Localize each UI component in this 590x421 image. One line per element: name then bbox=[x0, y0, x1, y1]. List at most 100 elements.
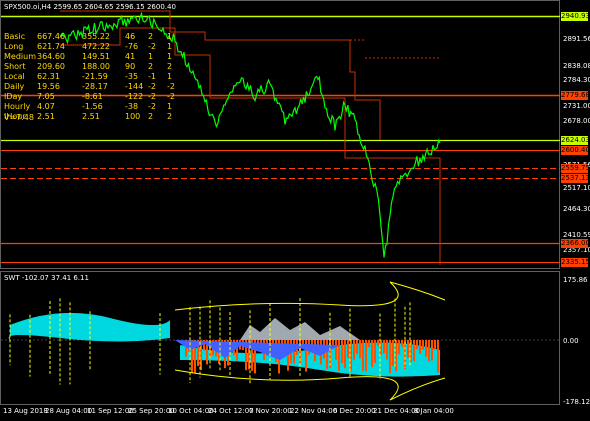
osc-orange-bar bbox=[392, 340, 394, 367]
chart-title: SPX500.oi,H4 2599.65 2604.65 2596.15 260… bbox=[4, 3, 176, 11]
stats-cell-v3: -144 bbox=[125, 82, 144, 91]
osc-orange-bar bbox=[416, 340, 418, 350]
price-tag: 2940.93 bbox=[561, 12, 590, 21]
time-axis-label: 11 Sep 12:00 bbox=[87, 407, 134, 415]
price-tag: 2559.75 bbox=[561, 164, 590, 173]
stats-cell-v3: -76 bbox=[125, 42, 139, 51]
osc-orange-bar bbox=[368, 340, 370, 348]
stats-cell-v1: 62.31 bbox=[37, 72, 60, 81]
stats-cell-v2: 2.51 bbox=[82, 112, 100, 121]
time-axis-label: 10 Oct 04:00 bbox=[168, 407, 214, 415]
stats-cell-v1: 7.05 bbox=[37, 92, 55, 101]
osc-orange-bar bbox=[362, 340, 364, 371]
time-axis-label: 22 Nov 04:00 bbox=[290, 407, 338, 415]
stats-cell-v3: 90 bbox=[125, 62, 136, 71]
stats-cell-v4: 2 bbox=[148, 62, 154, 71]
osc-orange-bar bbox=[356, 340, 358, 355]
price-tag: 2335.15 bbox=[561, 258, 590, 267]
price-series-line bbox=[59, 11, 441, 258]
step-line bbox=[60, 27, 441, 265]
osc-orange-bar bbox=[353, 340, 355, 360]
stats-cell-v5: -2 bbox=[167, 92, 175, 101]
osc-orange-bar bbox=[422, 340, 424, 350]
stats-cell-v4: -1 bbox=[148, 72, 156, 81]
stats-cell-v3: 46 bbox=[125, 32, 136, 41]
osc-orange-bar bbox=[407, 340, 409, 358]
stats-cell-v1: 364.60 bbox=[37, 52, 65, 61]
stats-cell-name: Hourly bbox=[4, 102, 31, 111]
stats-cell-v4: -2 bbox=[148, 82, 156, 91]
stats-cell-v2: 355.22 bbox=[82, 32, 110, 41]
stats-cell-name: Medium bbox=[4, 52, 36, 61]
osc-orange-bar bbox=[344, 340, 346, 369]
price-axis-label: 2517.10 bbox=[563, 184, 590, 192]
stats-cell-name: IDay bbox=[4, 92, 23, 101]
stats-cell-v2: 149.51 bbox=[82, 52, 110, 61]
stats-cell-v5: -2 bbox=[167, 82, 175, 91]
price-axis-label: 2678.00 bbox=[563, 117, 590, 125]
osc-upper-envelope bbox=[174, 281, 446, 311]
stats-cell-v3: 100 bbox=[125, 112, 141, 121]
osc-orange-bar bbox=[389, 340, 391, 374]
step-line bbox=[350, 39, 440, 59]
osc-cyan-band bbox=[8, 312, 170, 342]
osc-orange-bar bbox=[374, 340, 376, 363]
time-axis-label: 13 Aug 2018 bbox=[3, 407, 48, 415]
stats-cell-v1: 2.51 bbox=[37, 112, 55, 121]
time-axis-label: 7 Nov 20:00 bbox=[249, 407, 292, 415]
stats-cell-v5: 1 bbox=[167, 72, 173, 81]
price-axis-label: 2464.30 bbox=[563, 205, 590, 213]
stats-cell-name: Long bbox=[4, 42, 24, 51]
stats-cell-v3: 41 bbox=[125, 52, 136, 61]
osc-orange-bar bbox=[326, 340, 328, 370]
stats-cell-v1: 209.60 bbox=[37, 62, 65, 71]
oscillator-plot bbox=[1, 281, 560, 401]
volatility-label: V=7.48 bbox=[4, 113, 34, 122]
price-tag: 2537.13 bbox=[561, 174, 590, 183]
osc-orange-bar bbox=[398, 340, 400, 355]
stats-cell-v4: 2 bbox=[148, 32, 154, 41]
osc-axis-top: 175.86 bbox=[563, 276, 588, 284]
stats-cell-v5: 1 bbox=[167, 102, 173, 111]
stats-cell-name: Daily bbox=[4, 82, 25, 91]
stats-cell-v1: 667.46 bbox=[37, 32, 65, 41]
osc-orange-bar bbox=[338, 340, 340, 371]
stats-cell-v2: -8.61 bbox=[82, 92, 103, 101]
stats-cell-v2: -1.56 bbox=[82, 102, 103, 111]
price-axis-label: 2784.30 bbox=[563, 76, 590, 84]
price-axis-label: 2731.00 bbox=[563, 102, 590, 110]
time-axis-label: 28 Aug 04:00 bbox=[45, 407, 93, 415]
price-tag: 2779.68 bbox=[561, 91, 590, 100]
osc-orange-bar bbox=[383, 340, 385, 354]
osc-orange-bar bbox=[428, 340, 430, 362]
osc-orange-bar bbox=[347, 340, 349, 358]
osc-orange-bar bbox=[425, 340, 427, 357]
stats-cell-v1: 19.56 bbox=[37, 82, 60, 91]
osc-orange-bar bbox=[413, 340, 415, 362]
price-tag: 2600.40 bbox=[561, 146, 590, 155]
osc-orange-bar bbox=[365, 340, 367, 372]
stats-cell-name: Short bbox=[4, 62, 26, 71]
stats-cell-v5: 1 bbox=[167, 32, 173, 41]
stats-cell-v4: 2 bbox=[148, 112, 154, 121]
time-axis-label: 24 Oct 12:00 bbox=[208, 407, 254, 415]
price-tag: 2624.03 bbox=[561, 136, 590, 145]
price-tag: 2366.00 bbox=[561, 239, 590, 248]
step-line bbox=[60, 10, 381, 140]
osc-orange-bar bbox=[377, 340, 379, 347]
osc-orange-bar bbox=[437, 340, 439, 373]
price-axis-label: 2410.59 bbox=[563, 231, 590, 239]
osc-orange-bar bbox=[434, 340, 436, 350]
stats-cell-v4: -2 bbox=[148, 102, 156, 111]
stats-cell-name: Local bbox=[4, 72, 25, 81]
oscillator-title: SWT -102.07 37.41 6.11 bbox=[4, 274, 89, 282]
step-lines bbox=[60, 10, 441, 265]
osc-orange-bar bbox=[371, 340, 373, 368]
stats-cell-v4: 1 bbox=[148, 52, 154, 61]
stats-cell-v3: -35 bbox=[125, 72, 139, 81]
price-axis-label: 2891.56 bbox=[563, 35, 590, 43]
stats-cell-v2: -21.59 bbox=[82, 72, 108, 81]
osc-orange-bar bbox=[359, 340, 361, 359]
stats-cell-v5: 2 bbox=[167, 112, 173, 121]
osc-orange-bar bbox=[341, 340, 343, 364]
